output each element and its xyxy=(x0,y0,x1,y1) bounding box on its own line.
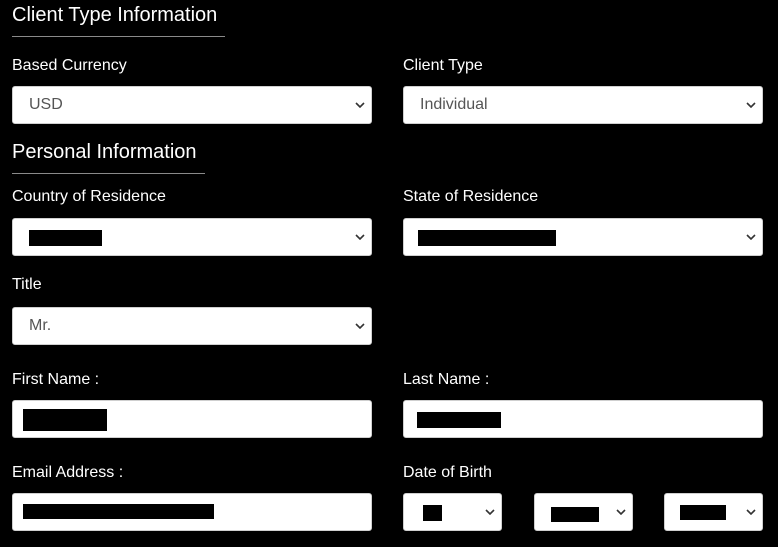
country-select[interactable] xyxy=(12,218,372,256)
title-value: Mr. xyxy=(29,317,52,334)
state-label: State of Residence xyxy=(403,188,539,205)
chevron-down-icon xyxy=(746,234,756,240)
client-type-value: Individual xyxy=(420,96,488,113)
client-type-select[interactable]: Individual xyxy=(403,86,763,124)
last-name-value-redacted xyxy=(417,412,501,428)
client-type-section-title: Client Type Information xyxy=(12,4,218,26)
personal-section-divider xyxy=(12,173,205,174)
chevron-down-icon xyxy=(616,509,626,515)
chevron-down-icon xyxy=(355,323,365,329)
chevron-down-icon xyxy=(355,234,365,240)
country-label: Country of Residence xyxy=(12,188,166,205)
dob-year-value-redacted xyxy=(680,505,726,520)
last-name-input[interactable] xyxy=(403,400,763,438)
personal-section-title: Personal Information xyxy=(12,141,197,163)
chevron-down-icon xyxy=(485,509,495,515)
first-name-input[interactable] xyxy=(12,400,372,438)
state-value-redacted xyxy=(418,230,556,246)
chevron-down-icon xyxy=(355,102,365,108)
chevron-down-icon xyxy=(746,509,756,515)
email-label: Email Address : xyxy=(12,464,124,481)
title-label: Title xyxy=(12,276,42,293)
dob-month-select[interactable] xyxy=(534,493,633,531)
dob-label: Date of Birth xyxy=(403,464,492,481)
last-name-label: Last Name : xyxy=(403,371,490,388)
dob-day-value-redacted xyxy=(423,505,442,521)
email-input[interactable] xyxy=(12,493,372,531)
based-currency-select[interactable]: USD xyxy=(12,86,372,124)
chevron-down-icon xyxy=(746,102,756,108)
first-name-label: First Name : xyxy=(12,371,100,388)
country-value-redacted xyxy=(29,230,102,246)
title-select[interactable]: Mr. xyxy=(12,307,372,345)
dob-month-value-redacted xyxy=(551,507,599,522)
dob-day-select[interactable] xyxy=(403,493,502,531)
email-value-redacted xyxy=(23,504,214,519)
client-type-label: Client Type xyxy=(403,57,483,74)
dob-year-select[interactable] xyxy=(664,493,763,531)
based-currency-label: Based Currency xyxy=(12,57,127,74)
client-type-section-divider xyxy=(12,36,225,37)
based-currency-value: USD xyxy=(29,96,63,113)
first-name-value-redacted xyxy=(23,409,107,431)
state-select[interactable] xyxy=(403,218,763,256)
